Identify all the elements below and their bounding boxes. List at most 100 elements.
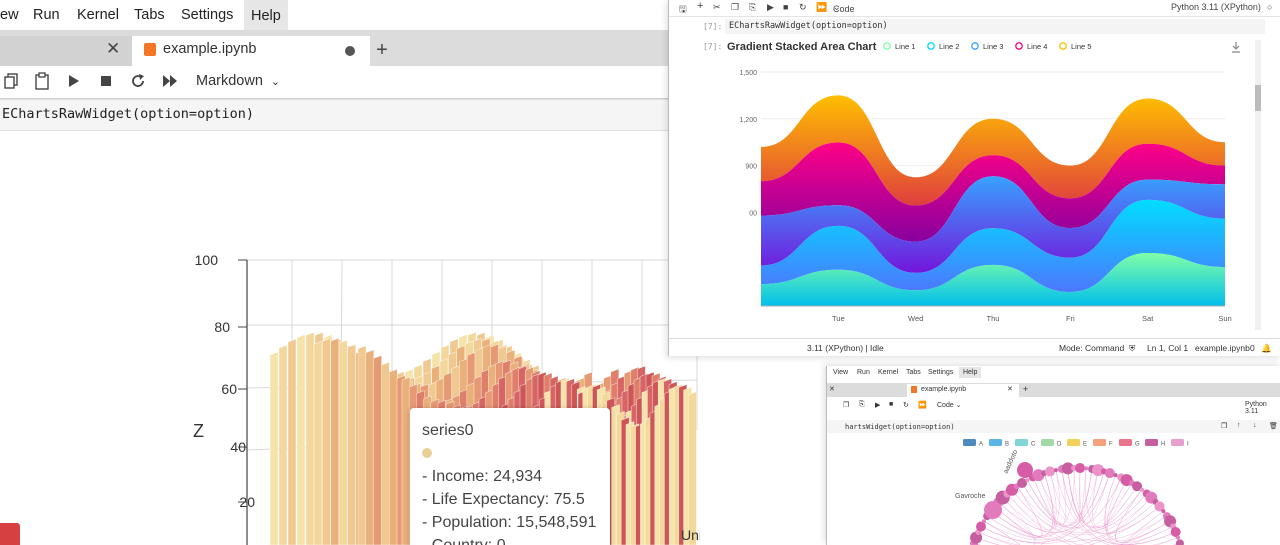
move-up-icon[interactable]: ↑ [1237,422,1241,429]
legend-marker[interactable] [1015,42,1023,50]
legend-label[interactable]: D [1057,442,1062,448]
run-icon[interactable] [68,74,80,88]
legend-label[interactable]: C [1031,442,1036,448]
cell-type-dropdown[interactable]: Markdown ⌄ [196,73,280,89]
fast-forward-icon[interactable]: ⏩ [918,401,927,409]
menu-view[interactable]: ew [0,7,19,23]
save-icon[interactable]: 🖫 [679,2,687,18]
bar[interactable] [296,334,306,545]
legend-swatch[interactable] [1093,439,1106,446]
delete-icon[interactable]: 🗑 [1269,422,1278,430]
restart-icon[interactable]: ↻ [799,2,807,13]
paste-icon[interactable] [34,72,50,90]
legend-swatch[interactable] [1145,439,1158,446]
restart-icon[interactable] [130,73,146,89]
legend-swatch[interactable] [1171,439,1184,446]
run-icon[interactable]: ▶ [875,401,880,409]
menu-run[interactable]: Run [33,7,60,23]
legend-swatch[interactable] [963,439,976,446]
cursor-position[interactable]: Ln 1, Col 1 [1147,343,1188,353]
cell-type-dropdown[interactable]: Code ⌄ [937,401,962,409]
bar[interactable] [389,368,398,545]
menu-settings[interactable]: Settings [181,7,233,23]
graph-node[interactable] [1104,468,1115,479]
legend-label[interactable]: E [1083,442,1087,448]
legend-label[interactable]: H [1161,442,1165,448]
legend-label[interactable]: Line 2 [939,42,959,51]
menu-tabs[interactable]: Tabs [134,7,165,23]
legend-label[interactable]: A [979,442,983,448]
menu-kernel[interactable]: Kernel [878,369,898,376]
menu-tabs[interactable]: Tabs [906,369,921,376]
fast-forward-icon[interactable] [162,74,178,88]
graph-node[interactable] [984,501,1002,519]
legend-label[interactable]: Line 1 [895,42,915,51]
copy-icon[interactable] [3,73,19,89]
menu-view[interactable]: View [833,369,848,376]
fast-forward-icon[interactable]: ⏩ [816,2,827,13]
tab-example-ipynb[interactable]: example.ipynb ✕ [907,384,1019,397]
menu-help[interactable]: Help [244,0,288,31]
scrollbar-thumb[interactable] [1255,85,1261,111]
code-cell-input[interactable]: EChartsRawWidget(option=option) [0,99,690,131]
bar[interactable] [401,376,411,545]
graph-legend[interactable]: A B C D E F G H I [963,439,1189,448]
bar[interactable] [357,345,367,545]
stacked-area-chart[interactable]: Gradient Stacked Area Chart Line 1 Line 2… [719,36,1259,336]
graph-node[interactable] [1017,462,1033,478]
legend-marker[interactable] [883,42,891,50]
graph-node[interactable] [1170,526,1181,537]
graph-node[interactable] [1084,466,1089,471]
bar[interactable] [365,349,374,545]
paste-icon[interactable]: ⎘ [749,2,756,13]
restart-icon[interactable]: ↻ [903,401,909,409]
legend-swatch[interactable] [1067,439,1080,446]
legend-label[interactable]: G [1135,442,1140,448]
area-series[interactable] [761,95,1225,306]
kernel-label[interactable]: Python 3.11 (XPython) [1171,2,1261,12]
graph-node[interactable] [981,519,986,524]
legend-label[interactable]: Line 4 [1027,42,1047,51]
graph-node[interactable] [1175,535,1180,540]
bar[interactable] [287,338,297,545]
bar[interactable] [313,340,323,545]
move-down-icon[interactable]: ↓ [1253,422,1257,429]
close-tab-icon[interactable]: ✕ [106,39,120,59]
bar[interactable] [339,339,348,545]
copy-icon[interactable]: ❐ [843,401,849,409]
close-tab-icon[interactable]: ✕ [829,385,835,393]
code-cell-input[interactable]: hartsWidget(option=option) ❐ ↑ ↓ 🗑 [827,420,1280,433]
menu-run[interactable]: Run [857,369,870,376]
kernel-status[interactable]: 3.11 (XPython) | Idle [807,343,884,353]
red-side-tab[interactable] [0,523,20,545]
legend-marker[interactable] [1059,42,1067,50]
tab-previous[interactable]: ✕ [0,36,133,66]
copy-icon[interactable]: ❐ [731,2,739,13]
legend-swatch[interactable] [1041,439,1054,446]
bar[interactable] [322,338,331,545]
bell-icon[interactable]: 🔔 [1261,343,1272,354]
download-icon[interactable] [1232,42,1240,53]
chart-legend[interactable]: Line 1 Line 2 Line 3 Line 4 Line 5 [883,42,1092,51]
scrollbar[interactable] [1255,40,1261,330]
cell-type-dropdown[interactable]: Code ⌄ [833,2,855,14]
legend-label[interactable]: I [1187,442,1189,448]
graph-node[interactable] [1045,466,1056,477]
menu-settings[interactable]: Settings [928,369,953,376]
circular-graph[interactable]: A B C D E F G H I Gavroche aaddoto [827,436,1280,545]
legend-label[interactable]: Line 5 [1071,42,1091,51]
stop-icon[interactable] [100,75,112,87]
legend-label[interactable]: F [1109,442,1113,448]
add-tab-button[interactable]: + [1023,384,1028,394]
close-tab-icon[interactable]: ✕ [1007,385,1013,393]
tab-example-ipynb[interactable]: example.ipynb [132,36,370,67]
copy-icon[interactable]: ❐ [1221,422,1227,430]
bar[interactable] [330,337,339,545]
paste-icon[interactable]: ⎘ [859,401,865,409]
legend-label[interactable]: Line 3 [983,42,1003,51]
graph-node[interactable] [1025,478,1030,483]
menu-kernel[interactable]: Kernel [77,7,119,23]
add-cell-icon[interactable]: + [697,0,703,12]
bar[interactable] [688,391,697,545]
graph-node[interactable] [1139,487,1144,492]
